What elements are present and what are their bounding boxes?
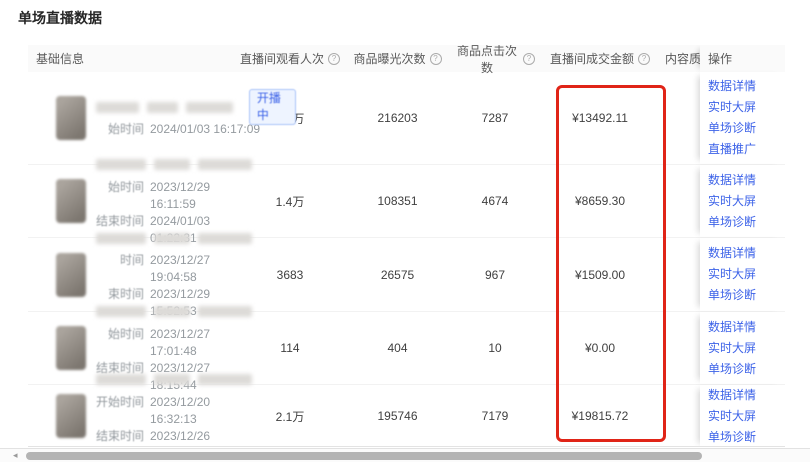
gmv-value: ¥0.00 xyxy=(535,341,665,355)
info-icon[interactable]: ? xyxy=(523,53,535,65)
time-line: 始时间 2023/12/29 16:11:59 xyxy=(96,179,252,213)
action-link[interactable]: 数据详情 xyxy=(708,320,785,335)
table-body: 开播中 始时间 2024/01/03 16:17:09 2.7万 216203 … xyxy=(28,72,785,447)
exposures-value: 26575 xyxy=(340,268,455,282)
action-link[interactable]: 数据详情 xyxy=(708,79,785,94)
exposures-value: 216203 xyxy=(340,111,455,125)
action-link[interactable]: 实时大屏 xyxy=(708,409,785,424)
col-viewers-label: 直播间观看人次 xyxy=(240,50,324,67)
col-basic-info: 基础信息 xyxy=(28,45,240,72)
viewers-value: 114 xyxy=(240,341,340,355)
clicks-value: 7179 xyxy=(455,409,535,423)
gmv-value: ¥19815.72 xyxy=(535,409,665,423)
col-actions-label: 操作 xyxy=(708,50,732,67)
blurred-title xyxy=(96,156,252,174)
time-line: 时间 2023/12/27 19:04:58 xyxy=(96,252,252,286)
exposures-value: 404 xyxy=(340,341,455,355)
col-gmv: 直播间成交金额 ? xyxy=(535,45,665,72)
time-label: 时间 xyxy=(96,252,144,286)
time-value: 2023/12/29 16:11:59 xyxy=(150,179,252,213)
action-link[interactable]: 单场诊断 xyxy=(708,430,785,445)
info-icon[interactable]: ? xyxy=(638,53,650,65)
time-value: 2023/12/27 19:04:58 xyxy=(150,252,252,286)
action-link[interactable]: 数据详情 xyxy=(708,173,785,188)
table-row: 始时间 2023/12/29 16:11:59 结束时间 2024/01/03 … xyxy=(28,165,785,238)
basic-info-cell: 开始时间 2023/12/20 16:32:13 结束时间 2023/12/26… xyxy=(28,371,240,448)
action-link[interactable]: 单场诊断 xyxy=(708,215,785,230)
actions-cell: 数据详情实时大屏单场诊断 xyxy=(700,165,785,237)
time-label: 始时间 xyxy=(96,179,144,213)
time-value: 2023/12/27 17:01:48 xyxy=(150,326,252,360)
clicks-value: 967 xyxy=(455,268,535,282)
viewers-value: 1.4万 xyxy=(240,193,340,210)
table-row: 时间 2023/12/27 19:04:58 束时间 2023/12/29 15… xyxy=(28,238,785,312)
page-title: 单场直播数据 xyxy=(18,8,102,28)
cover-thumbnail xyxy=(56,179,86,223)
action-link[interactable]: 实时大屏 xyxy=(708,194,785,209)
live-session-table: 基础信息 直播间观看人次 ? 商品曝光次数 ? 商品点击次数 ? 直播间成交金额… xyxy=(28,45,785,447)
time-value: 2023/12/20 16:32:13 xyxy=(150,394,252,428)
col-product-exposures: 商品曝光次数 ? xyxy=(340,45,455,72)
actions-cell: 数据详情实时大屏单场诊断直播推广 xyxy=(700,72,785,164)
time-label: 结束时间 xyxy=(96,428,144,448)
col-actions: 操作 xyxy=(700,45,785,72)
cover-thumbnail xyxy=(56,326,86,370)
clicks-value: 7287 xyxy=(455,111,535,125)
cover-thumbnail xyxy=(56,96,86,140)
cover-thumbnail xyxy=(56,253,86,297)
time-label: 始时间 xyxy=(96,326,144,360)
scrollbar-thumb[interactable] xyxy=(26,452,702,460)
col-content-quality: 内容质量 xyxy=(665,45,700,72)
viewers-value: 2.1万 xyxy=(240,408,340,425)
gmv-value: ¥13492.11 xyxy=(535,111,665,125)
info-icon[interactable]: ? xyxy=(328,53,340,65)
action-link[interactable]: 单场诊断 xyxy=(708,362,785,377)
col-product-clicks-label: 商品点击次数 xyxy=(455,45,519,76)
horizontal-scrollbar[interactable]: ◂ xyxy=(0,448,810,462)
col-viewers: 直播间观看人次 ? xyxy=(240,45,340,72)
info-icon[interactable]: ? xyxy=(430,53,442,65)
time-line: 开始时间 2023/12/20 16:32:13 xyxy=(96,394,252,428)
exposures-value: 195746 xyxy=(340,409,455,423)
action-link[interactable]: 实时大屏 xyxy=(708,267,785,282)
table-row: 开始时间 2023/12/20 16:32:13 结束时间 2023/12/26… xyxy=(28,385,785,447)
time-line: 结束时间 2023/12/26 22:43:50 xyxy=(96,428,252,448)
actions-cell: 数据详情实时大屏单场诊断 xyxy=(700,312,785,384)
time-label: 开始时间 xyxy=(96,394,144,428)
actions-cell: 数据详情实时大屏单场诊断 xyxy=(700,385,785,447)
clicks-value: 4674 xyxy=(455,194,535,208)
action-link[interactable]: 实时大屏 xyxy=(708,100,785,115)
viewers-value: 3683 xyxy=(240,268,340,282)
exposures-value: 108351 xyxy=(340,194,455,208)
col-gmv-label: 直播间成交金额 xyxy=(550,50,634,67)
basic-info-cell: 开播中 始时间 2024/01/03 16:17:09 xyxy=(28,96,240,140)
time-line: 始时间 2023/12/27 17:01:48 xyxy=(96,326,252,360)
action-link[interactable]: 数据详情 xyxy=(708,246,785,261)
clicks-value: 10 xyxy=(455,341,535,355)
time-value: 2023/12/26 22:43:50 xyxy=(150,428,252,448)
action-link[interactable]: 单场诊断 xyxy=(708,121,785,136)
table-header: 基础信息 直播间观看人次 ? 商品曝光次数 ? 商品点击次数 ? 直播间成交金额… xyxy=(28,45,785,72)
col-product-clicks: 商品点击次数 ? xyxy=(455,45,535,72)
actions-cell: 数据详情实时大屏单场诊断 xyxy=(700,238,785,311)
table-row: 开播中 始时间 2024/01/03 16:17:09 2.7万 216203 … xyxy=(28,72,785,165)
gmv-value: ¥1509.00 xyxy=(535,268,665,282)
live-status-badge: 开播中 xyxy=(249,89,296,125)
action-link[interactable]: 实时大屏 xyxy=(708,341,785,356)
time-label: 始时间 xyxy=(96,121,144,138)
time-lines: 开始时间 2023/12/20 16:32:13 结束时间 2023/12/26… xyxy=(96,394,252,448)
cover-thumbnail xyxy=(56,394,86,438)
action-link[interactable]: 单场诊断 xyxy=(708,288,785,303)
col-basic-info-label: 基础信息 xyxy=(36,50,84,67)
gmv-value: ¥8659.30 xyxy=(535,194,665,208)
action-link[interactable]: 直播推广 xyxy=(708,142,785,157)
col-product-exposures-label: 商品曝光次数 xyxy=(353,50,425,67)
action-link[interactable]: 数据详情 xyxy=(708,388,785,403)
blurred-title: 开播中 xyxy=(96,98,296,116)
scroll-left-arrow-icon[interactable]: ◂ xyxy=(13,449,18,462)
